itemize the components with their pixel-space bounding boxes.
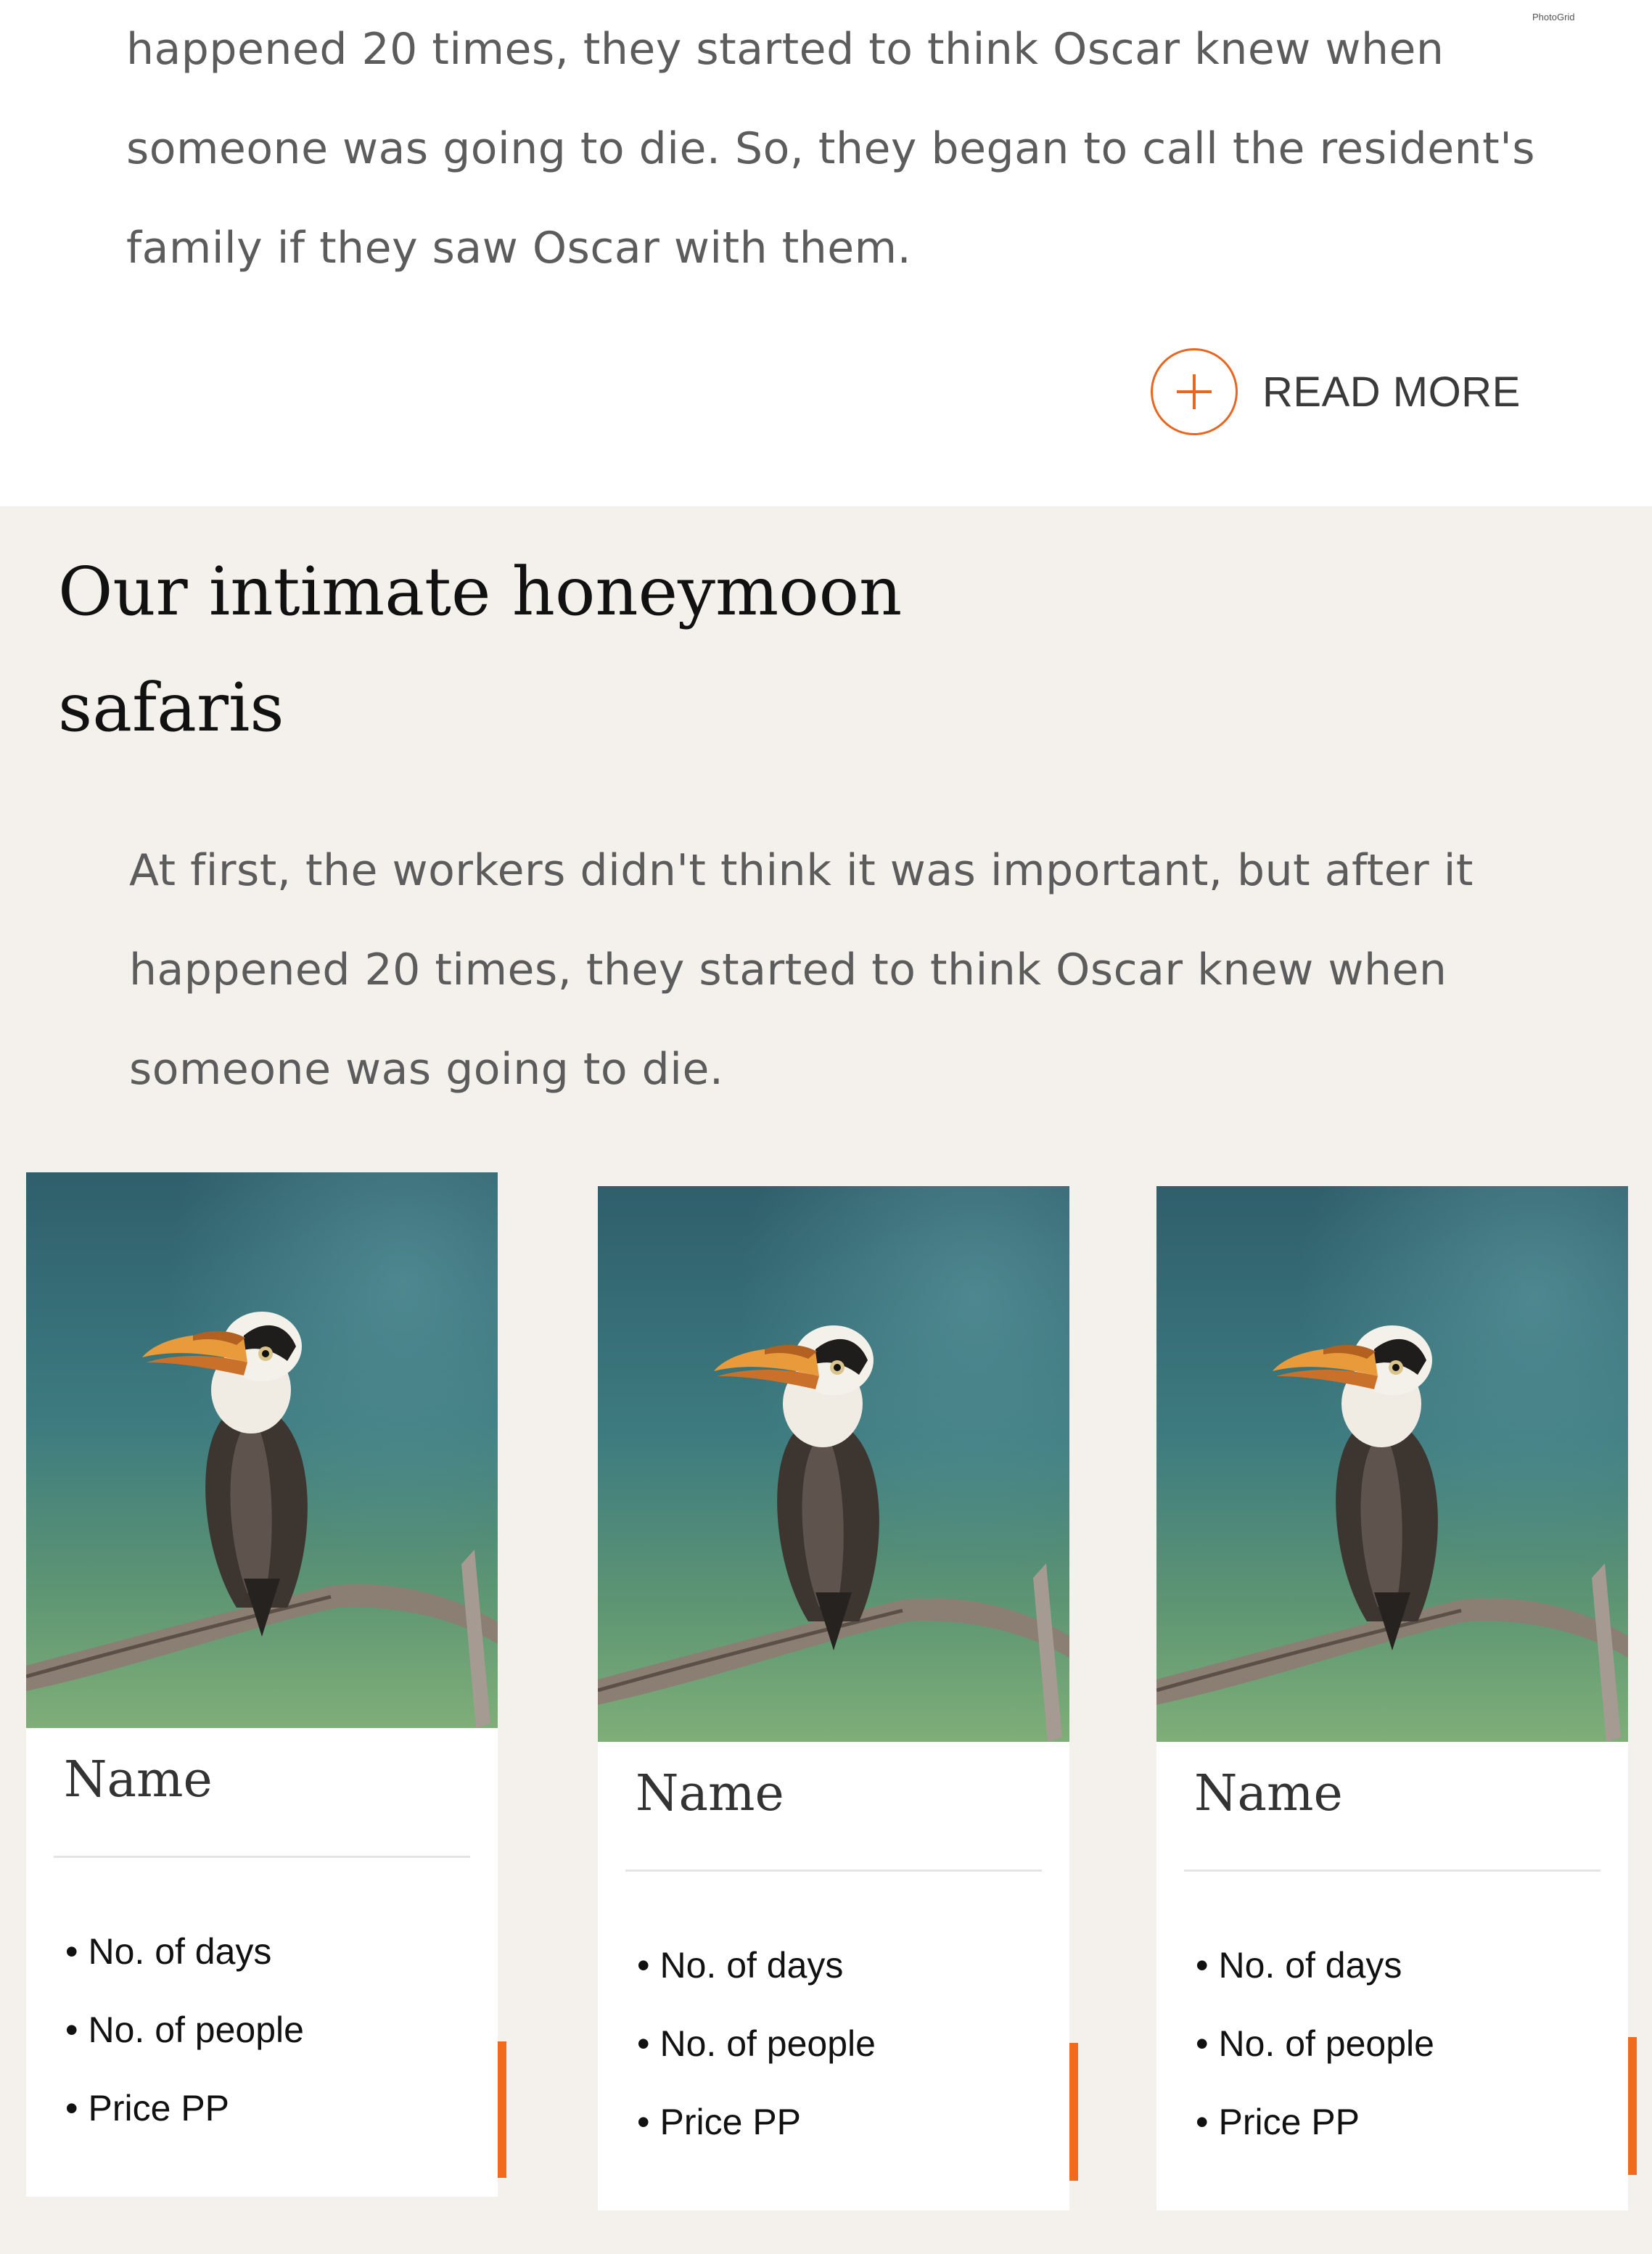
card-detail-price: Price PP: [65, 2086, 304, 2165]
card-name: Name: [64, 1751, 213, 1809]
card-detail-people: No. of people: [637, 2022, 876, 2100]
intro-line: happened 20 times, they started to think…: [126, 24, 1445, 75]
read-more-label[interactable]: READ MORE: [1262, 368, 1521, 416]
card-details-list: No. of days No. of people Price PP: [637, 1944, 876, 2179]
card-divider: [625, 1870, 1042, 1872]
card-divider: [54, 1856, 470, 1858]
card-details-list: No. of days No. of people Price PP: [1196, 1944, 1434, 2179]
section-description-line: At first, the workers didn't think it wa…: [129, 845, 1474, 896]
read-more-button[interactable]: READ MORE: [1151, 347, 1521, 437]
card-name: Name: [1194, 1765, 1343, 1822]
safari-card[interactable]: Name No. of days No. of people Price PP: [598, 1186, 1069, 2210]
photogrid-watermark: PhotoGrid: [1532, 12, 1575, 22]
card-divider: [1184, 1870, 1600, 1872]
card-detail-people: No. of people: [65, 2008, 304, 2086]
card-accent-bar: [1069, 2043, 1078, 2181]
card-detail-people: No. of people: [1196, 2022, 1434, 2100]
hornbill-photo: [1156, 1186, 1628, 1742]
hornbill-photo: [26, 1172, 498, 1728]
hornbill-photo: [598, 1186, 1069, 1742]
intro-paragraph: happened 20 times, they started to think…: [126, 0, 1535, 298]
card-detail-days: No. of days: [65, 1930, 304, 2008]
card-detail-days: No. of days: [637, 1944, 876, 2022]
card-detail-days: No. of days: [1196, 1944, 1434, 2022]
card-name: Name: [636, 1765, 784, 1822]
section-title-line: Our intimate honeymoon: [58, 553, 903, 630]
section-title-line: safaris: [58, 669, 284, 746]
card-accent-bar: [498, 2041, 506, 2178]
section-description: At first, the workers didn't think it wa…: [129, 821, 1508, 1119]
card-detail-price: Price PP: [1196, 2100, 1434, 2179]
intro-line: family if they saw Oscar with them.: [126, 223, 912, 273]
card-accent-bar: [1628, 2037, 1637, 2175]
intro-line: someone was going to die. So, they began…: [126, 123, 1535, 174]
plus-circle-icon[interactable]: [1151, 348, 1238, 435]
card-detail-price: Price PP: [637, 2100, 876, 2179]
safari-card[interactable]: Name No. of days No. of people Price PP: [1156, 1186, 1628, 2210]
safari-card[interactable]: Name No. of days No. of people Price PP: [26, 1172, 498, 2197]
honeymoon-safaris-section: Our intimate honeymoon safaris At first,…: [0, 506, 1652, 2254]
card-details-list: No. of days No. of people Price PP: [65, 1930, 304, 2165]
section-description-line: happened 20 times, they started to think…: [129, 945, 1447, 995]
section-description-line: someone was going to die.: [129, 1044, 724, 1095]
section-title: Our intimate honeymoon safaris: [58, 534, 1001, 766]
